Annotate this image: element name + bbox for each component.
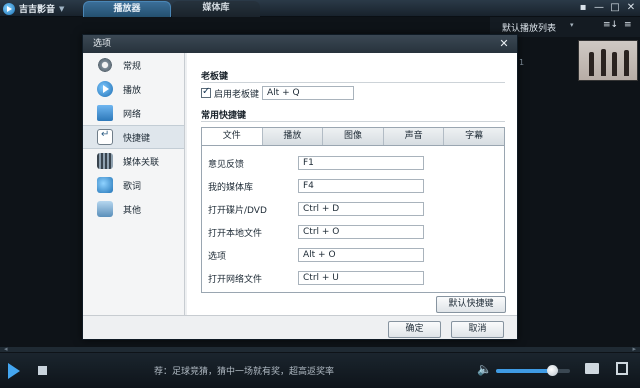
volume-icon[interactable]: 🔈 [477, 362, 492, 376]
chevron-down-icon[interactable]: ▾ [570, 21, 574, 29]
app-menu[interactable]: 吉吉影音 ▼ [3, 2, 64, 15]
divider [201, 121, 505, 122]
minimize-icon[interactable]: — [592, 1, 606, 15]
tab-sound[interactable]: 声音 [382, 128, 444, 145]
chevron-down-icon: ▼ [59, 4, 65, 13]
keyboard-icon [97, 129, 113, 145]
shortcut-label: 打开碟片/DVD [208, 205, 267, 216]
sidebar-item-label: 其他 [123, 205, 142, 216]
shortcut-label: 打开本地文件 [208, 228, 263, 239]
sidebar-item-general[interactable]: 常规 [83, 53, 184, 77]
sidebar-item-lyrics[interactable]: 歌词 [83, 173, 184, 197]
shortcut-field[interactable]: Ctrl + D [298, 202, 424, 216]
promo-ticker[interactable]: 荐：足球竞猜，猜中一场就有奖，超高返奖率 [154, 364, 334, 377]
tab-player[interactable]: 播放器 [83, 1, 171, 17]
default-shortcuts-button[interactable]: 默认快捷键 [436, 296, 506, 313]
thumbnail-figure [589, 52, 594, 76]
list-menu-icon[interactable]: ≡ [624, 20, 632, 30]
seek-bar[interactable] [0, 347, 640, 352]
tab-file[interactable]: 文件 [202, 128, 262, 145]
shortcut-row: 意见反馈 F1 [208, 156, 498, 170]
shortcut-row: 选项 Alt + O [208, 248, 498, 262]
sidebar-item-label: 网络 [123, 109, 142, 120]
sidebar-item-media-association[interactable]: 媒体关联 [83, 149, 184, 173]
folder-icon[interactable] [585, 363, 599, 374]
playlist-item-index: 1 [519, 58, 525, 67]
shortcut-label: 意见反馈 [208, 159, 245, 170]
options-content: 老板键 启用老板键 Alt + Q 常用快捷键 文件 播放 图像 声音 字幕 意… [187, 53, 517, 315]
thumbnail-figure [601, 49, 606, 76]
media-icon [97, 153, 113, 169]
shortcut-label: 选项 [208, 251, 227, 262]
network-icon [97, 105, 113, 121]
play-icon[interactable] [8, 363, 20, 379]
title-bar: 吉吉影音 ▼ 播放器 媒体库 ▪ — □ ✕ [0, 0, 640, 17]
sidebar-item-other[interactable]: 其他 [83, 197, 184, 221]
sidebar-item-shortcuts[interactable]: 快捷键 [83, 125, 184, 149]
lyrics-icon [97, 177, 113, 193]
tab-subtitle[interactable]: 字幕 [443, 128, 504, 145]
sort-icon[interactable]: ≡↓ [603, 20, 618, 30]
shortcut-row: 打开网络文件 Ctrl + U [208, 271, 498, 285]
sidebar-item-label: 歌词 [123, 181, 142, 192]
shortcut-field[interactable]: Ctrl + O [298, 225, 424, 239]
shortcut-field[interactable]: Ctrl + U [298, 271, 424, 285]
stop-icon[interactable] [38, 366, 47, 375]
shortcut-label: 我的媒体库 [208, 182, 254, 193]
boss-key-field[interactable]: Alt + Q [262, 86, 355, 100]
sidebar-item-network[interactable]: 网络 [83, 101, 184, 125]
shortcut-row: 我的媒体库 F4 [208, 179, 498, 193]
window-controls: ▪ — □ ✕ [576, 1, 638, 15]
sidebar-item-label: 常规 [123, 61, 142, 72]
dialog-footer: 确定 取消 [83, 315, 517, 339]
boss-key-checkbox[interactable] [201, 86, 211, 98]
volume-knob[interactable] [547, 365, 559, 376]
tab-image[interactable]: 图像 [322, 128, 383, 145]
shortcut-tabs: 文件 播放 图像 声音 字幕 [201, 127, 505, 145]
mini-mode-icon[interactable]: ▪ [576, 1, 590, 15]
shortcut-field[interactable]: F4 [298, 179, 424, 193]
shortcut-label: 打开网络文件 [208, 274, 263, 285]
close-icon[interactable]: ✕ [624, 1, 638, 15]
shortcut-list: 意见反馈 F1 我的媒体库 F4 打开碟片/DVD Ctrl + D 打开本地文… [201, 145, 505, 293]
dialog-close-icon[interactable]: ✕ [497, 37, 511, 51]
sidebar-item-label: 媒体关联 [123, 157, 160, 168]
gear-icon [97, 57, 113, 73]
shortcut-field[interactable]: F1 [298, 156, 424, 170]
shortcut-field[interactable]: Alt + O [298, 248, 424, 262]
sidebar-item-playback[interactable]: 播放 [83, 77, 184, 101]
sidebar-item-label: 快捷键 [123, 133, 151, 144]
thumbnail-figure [612, 52, 617, 76]
control-bar: 荐：足球竞猜，猜中一场就有奖，超高返奖率 🔈 [0, 353, 640, 388]
app-logo-icon [3, 2, 15, 15]
video-thumbnail[interactable] [578, 40, 638, 81]
shortcut-row: 打开碟片/DVD Ctrl + D [208, 202, 498, 216]
sidebar-item-label: 播放 [123, 85, 142, 96]
ok-button[interactable]: 确定 [388, 321, 441, 338]
cancel-button[interactable]: 取消 [451, 321, 504, 338]
boss-key-row: 启用老板键 Alt + Q [201, 86, 355, 100]
playlist-title[interactable]: 默认播放列表 [502, 21, 556, 34]
play-icon [97, 81, 113, 97]
volume-slider[interactable] [496, 365, 570, 376]
other-icon [97, 201, 113, 217]
options-sidebar: 常规 播放 网络 快捷键 媒体关联 歌词 [83, 53, 185, 315]
app-name: 吉吉影音 [19, 5, 56, 15]
volume-level [496, 369, 553, 373]
dialog-title: 选项 [83, 35, 517, 53]
options-dialog: 选项 ✕ 常规 播放 网络 快捷键 媒体关联 [82, 34, 518, 340]
shortcut-row: 打开本地文件 Ctrl + O [208, 225, 498, 239]
tab-library[interactable]: 媒体库 [172, 1, 260, 17]
seek-left-arrow-icon[interactable]: ◂ [4, 345, 8, 353]
boss-key-heading: 老板键 [201, 72, 229, 82]
seek-right-arrow-icon[interactable]: ▸ [632, 345, 636, 353]
maximize-icon[interactable]: □ [608, 1, 622, 15]
player-window: 吉吉影音 ▼ 播放器 媒体库 ▪ — □ ✕ 默认播放列表 ▾ ≡↓ ≡ 1 选… [0, 0, 640, 388]
playlist-toggle-icon[interactable] [616, 362, 628, 375]
shortcuts-heading: 常用快捷键 [201, 111, 247, 121]
divider [201, 82, 505, 83]
boss-key-checkbox-label: 启用老板键 [214, 89, 260, 100]
thumbnail-figure [624, 50, 629, 76]
tab-playback[interactable]: 播放 [261, 128, 323, 145]
